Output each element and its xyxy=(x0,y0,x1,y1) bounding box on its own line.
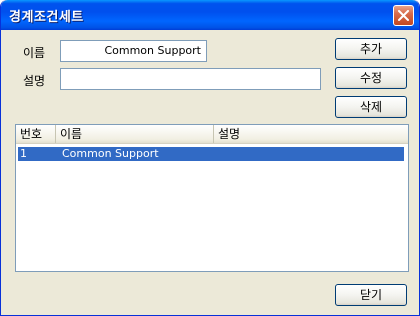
modify-button[interactable]: 수정 xyxy=(335,67,407,89)
list-row[interactable]: 1 Common Support xyxy=(18,147,404,161)
name-label: 이름 xyxy=(23,46,46,60)
delete-button[interactable]: 삭제 xyxy=(335,96,407,118)
window-title: 경계조건세트 xyxy=(9,10,84,25)
row-name: Common Support xyxy=(62,147,159,160)
close-window-button[interactable] xyxy=(393,5,414,26)
close-icon xyxy=(398,10,409,21)
description-input[interactable] xyxy=(60,68,321,90)
list-header: 번호 이름 설명 xyxy=(16,125,408,144)
boundary-set-list[interactable]: 번호 이름 설명 1 Common Support xyxy=(15,124,409,272)
title-bar[interactable]: 경계조건세트 xyxy=(1,0,419,30)
column-header-description[interactable]: 설명 xyxy=(214,125,408,143)
dialog-window: 경계조건세트 이름 Common Support 설명 추가 수정 삭제 번호 … xyxy=(0,0,420,316)
description-label: 설명 xyxy=(23,74,46,88)
column-header-number[interactable]: 번호 xyxy=(16,125,56,143)
name-input[interactable]: Common Support xyxy=(60,40,207,62)
add-button[interactable]: 추가 xyxy=(335,38,407,60)
column-header-name[interactable]: 이름 xyxy=(56,125,214,143)
close-button[interactable]: 닫기 xyxy=(335,284,407,306)
row-number: 1 xyxy=(20,147,27,160)
